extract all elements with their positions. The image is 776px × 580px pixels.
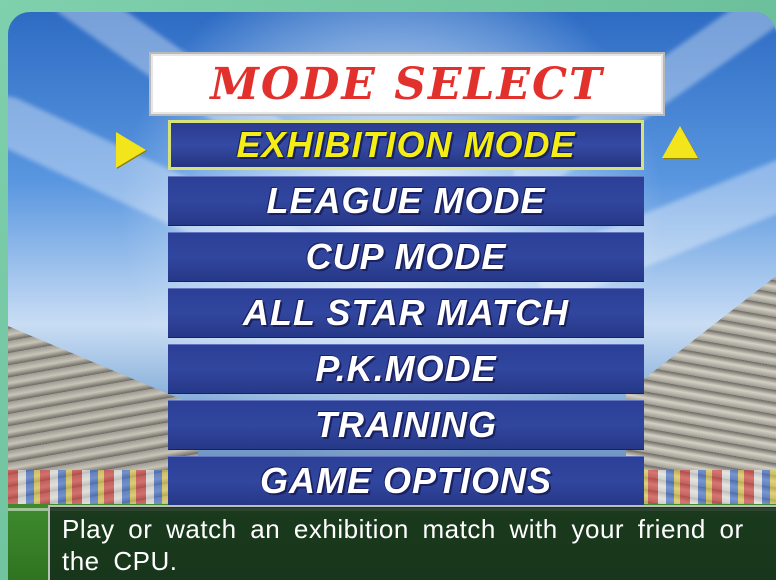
menu-item-label: TRAINING	[315, 404, 497, 445]
arrow-right-icon	[116, 132, 146, 168]
menu-item-pk-mode[interactable]: P.K.MODE	[168, 344, 644, 394]
game-screen: MODE SELECT EXHIBITION MODE LEAGUE MODE …	[0, 0, 776, 580]
menu-item-label: LEAGUE MODE	[266, 180, 546, 221]
menu-item-training[interactable]: TRAINING	[168, 400, 644, 450]
menu-item-label: ALL STAR MATCH	[243, 292, 569, 333]
menu-item-league-mode[interactable]: LEAGUE MODE	[168, 176, 644, 226]
description-panel: Play or watch an exhibition match with y…	[48, 505, 776, 580]
menu-item-all-star-match[interactable]: ALL STAR MATCH	[168, 288, 644, 338]
menu-item-label: EXHIBITION MODE	[236, 124, 576, 165]
menu-item-label: CUP MODE	[305, 236, 507, 277]
title-panel: MODE SELECT	[151, 54, 663, 114]
menu-item-label: P.K.MODE	[315, 348, 497, 389]
menu-item-game-options[interactable]: GAME OPTIONS	[168, 456, 644, 506]
menu-item-cup-mode[interactable]: CUP MODE	[168, 232, 644, 282]
menu-item-label: GAME OPTIONS	[259, 460, 553, 501]
page-title: MODE SELECT	[210, 58, 604, 110]
menu-item-exhibition-mode[interactable]: EXHIBITION MODE	[168, 120, 644, 170]
arrow-up-icon[interactable]	[662, 126, 698, 158]
description-text: Play or watch an exhibition match with y…	[62, 514, 744, 576]
